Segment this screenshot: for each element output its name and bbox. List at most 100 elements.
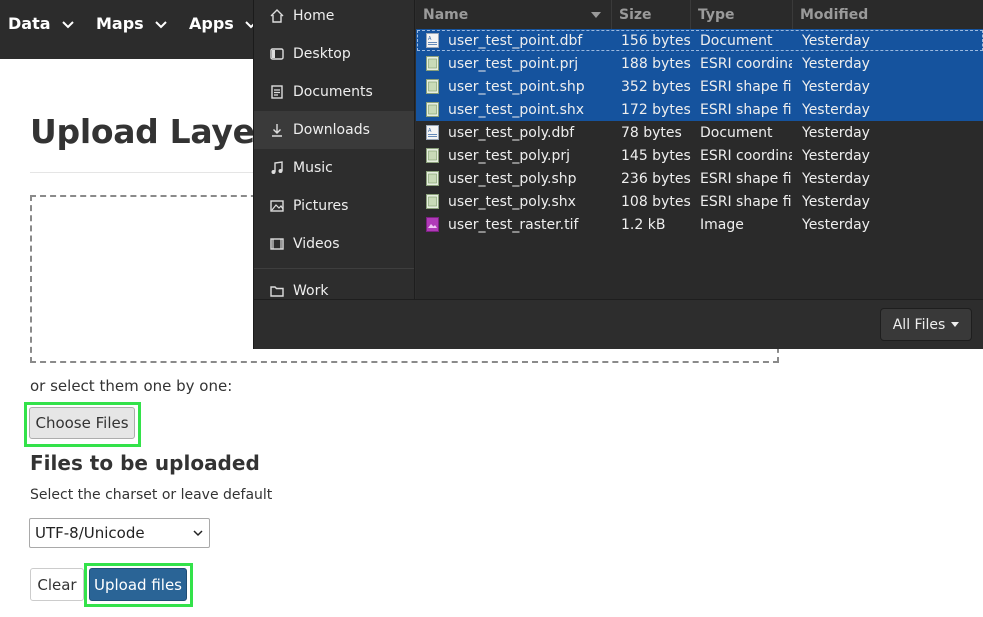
generic-file-icon: [426, 194, 439, 209]
generic-file-icon: [426, 148, 439, 163]
document-icon: A: [426, 125, 439, 140]
file-modified: Yesterday: [802, 101, 870, 118]
file-type: Image: [700, 216, 744, 233]
files-to-upload-heading: Files to be uploaded: [30, 451, 260, 475]
file-modified: Yesterday: [802, 193, 870, 210]
file-row[interactable]: Auser_test_point.dbf 156 bytes Document Yes…: [416, 29, 983, 52]
chevron-down-icon: [61, 16, 75, 30]
nav-apps-label: Apps: [189, 13, 234, 33]
charset-label: Select the charset or leave default: [30, 487, 273, 503]
file-name: user_test_point.prj: [448, 55, 579, 72]
file-type: ESRI coordina: [700, 147, 792, 164]
file-type: ESRI shape file: [700, 78, 792, 95]
column-header-size[interactable]: Size: [612, 0, 691, 30]
file-row[interactable]: user_test_point.shx 172 bytes ESRI shape f…: [416, 98, 983, 121]
dialog-footer: All Files: [254, 299, 983, 349]
sidebar-item-documents[interactable]: Documents: [254, 73, 414, 111]
file-row[interactable]: user_test_poly.shx 108 bytes ESRI shape fi…: [416, 190, 983, 213]
pictures-icon: [269, 198, 285, 214]
sidebar-item-pictures[interactable]: Pictures: [254, 187, 414, 225]
generic-file-icon: [426, 102, 439, 117]
title-divider: [30, 172, 270, 173]
sidebar-item-label: Pictures: [293, 198, 349, 214]
svg-text:A: A: [428, 36, 432, 42]
file-size: 188 bytes: [621, 55, 691, 72]
triangle-down-icon: [951, 322, 960, 327]
charset-select[interactable]: UTF-8/Unicode: [29, 518, 210, 548]
places-sidebar: Home Desktop Documents Downloads Music P…: [254, 0, 415, 299]
sidebar-item-home[interactable]: Home: [254, 0, 414, 35]
column-header-modified[interactable]: Modified: [793, 0, 983, 30]
desktop-icon: [269, 46, 285, 62]
sidebar-item-downloads[interactable]: Downloads: [254, 111, 414, 149]
file-size: 172 bytes: [621, 101, 691, 118]
file-chooser-dialog: Home Desktop Documents Downloads Music P…: [253, 0, 983, 349]
sidebar-item-desktop[interactable]: Desktop: [254, 35, 414, 73]
select-one-by-one-text: or select them one by one:: [30, 377, 233, 395]
column-header-name[interactable]: Name: [416, 0, 612, 30]
file-size: 78 bytes: [621, 124, 682, 141]
file-row[interactable]: user_test_poly.prj 145 bytes ESRI coordina…: [416, 144, 983, 167]
chevron-down-icon: [154, 16, 168, 30]
page-title: Upload Layers: [30, 112, 290, 151]
file-name: user_test_raster.tif: [448, 216, 579, 233]
sidebar-item-work[interactable]: Work: [254, 272, 414, 299]
generic-file-icon: [426, 56, 439, 71]
sidebar-item-label: Desktop: [293, 46, 351, 62]
file-name: user_test_poly.shp: [448, 170, 577, 187]
file-type: ESRI shape file: [700, 101, 792, 118]
file-modified: Yesterday: [802, 32, 870, 49]
document-icon: A: [426, 33, 439, 48]
file-size: 108 bytes: [621, 193, 691, 210]
image-file-icon: [426, 217, 439, 232]
file-name: user_test_poly.dbf: [448, 124, 575, 141]
file-modified: Yesterday: [802, 170, 870, 187]
column-name-label: Name: [423, 7, 469, 23]
documents-icon: [269, 84, 285, 100]
file-list: Name Size Type Modified Auser_test_point…: [416, 0, 983, 299]
file-size: 156 bytes: [621, 32, 691, 49]
file-row[interactable]: user_test_point.shp 352 bytes ESRI shape f…: [416, 75, 983, 98]
upload-files-button[interactable]: Upload files: [89, 568, 187, 601]
file-type: ESRI coordina: [700, 55, 792, 72]
file-type: ESRI shape file: [700, 170, 792, 187]
folder-icon: [269, 283, 285, 299]
file-row[interactable]: user_test_poly.shp 236 bytes ESRI shape fi…: [416, 167, 983, 190]
sidebar-item-label: Documents: [293, 84, 373, 100]
sidebar-divider: [254, 268, 414, 269]
file-row[interactable]: Auser_test_poly.dbf 78 bytes Document Yeste…: [416, 121, 983, 144]
charset-value: UTF-8/Unicode: [35, 524, 145, 542]
file-modified: Yesterday: [802, 78, 870, 95]
sidebar-item-videos[interactable]: Videos: [254, 225, 414, 263]
sort-descending-icon: [591, 12, 601, 18]
column-header-type[interactable]: Type: [691, 0, 793, 30]
file-row[interactable]: user_test_raster.tif 1.2 kB Image Yesterday: [416, 213, 983, 236]
file-modified: Yesterday: [802, 216, 870, 233]
file-size: 145 bytes: [621, 147, 691, 164]
sidebar-item-label: Work: [293, 283, 329, 299]
nav-maps-menu[interactable]: Maps: [96, 0, 168, 46]
sidebar-item-label: Home: [293, 8, 335, 24]
clear-button[interactable]: Clear: [30, 568, 84, 601]
file-name: user_test_poly.shx: [448, 193, 576, 210]
file-name: user_test_poly.prj: [448, 147, 571, 164]
file-filter-label: All Files: [892, 316, 946, 333]
choose-files-button[interactable]: Choose Files: [29, 407, 135, 439]
nav-data-menu[interactable]: Data: [8, 0, 75, 46]
column-modified-label: Modified: [800, 7, 869, 23]
column-type-label: Type: [698, 7, 735, 23]
nav-data-label: Data: [8, 13, 51, 33]
sidebar-item-music[interactable]: Music: [254, 149, 414, 187]
music-icon: [269, 160, 285, 176]
file-size: 1.2 kB: [621, 216, 666, 233]
file-row[interactable]: user_test_point.prj 188 bytes ESRI coordin…: [416, 52, 983, 75]
file-filter-dropdown[interactable]: All Files: [880, 308, 972, 341]
file-name: user_test_point.dbf: [448, 32, 583, 49]
sidebar-item-label: Videos: [293, 236, 340, 252]
file-name: user_test_point.shp: [448, 78, 585, 95]
nav-apps-menu[interactable]: Apps: [189, 0, 258, 46]
sidebar-item-label: Music: [293, 160, 333, 176]
videos-icon: [269, 236, 285, 252]
downloads-icon: [269, 122, 285, 138]
file-type: ESRI shape file: [700, 193, 792, 210]
